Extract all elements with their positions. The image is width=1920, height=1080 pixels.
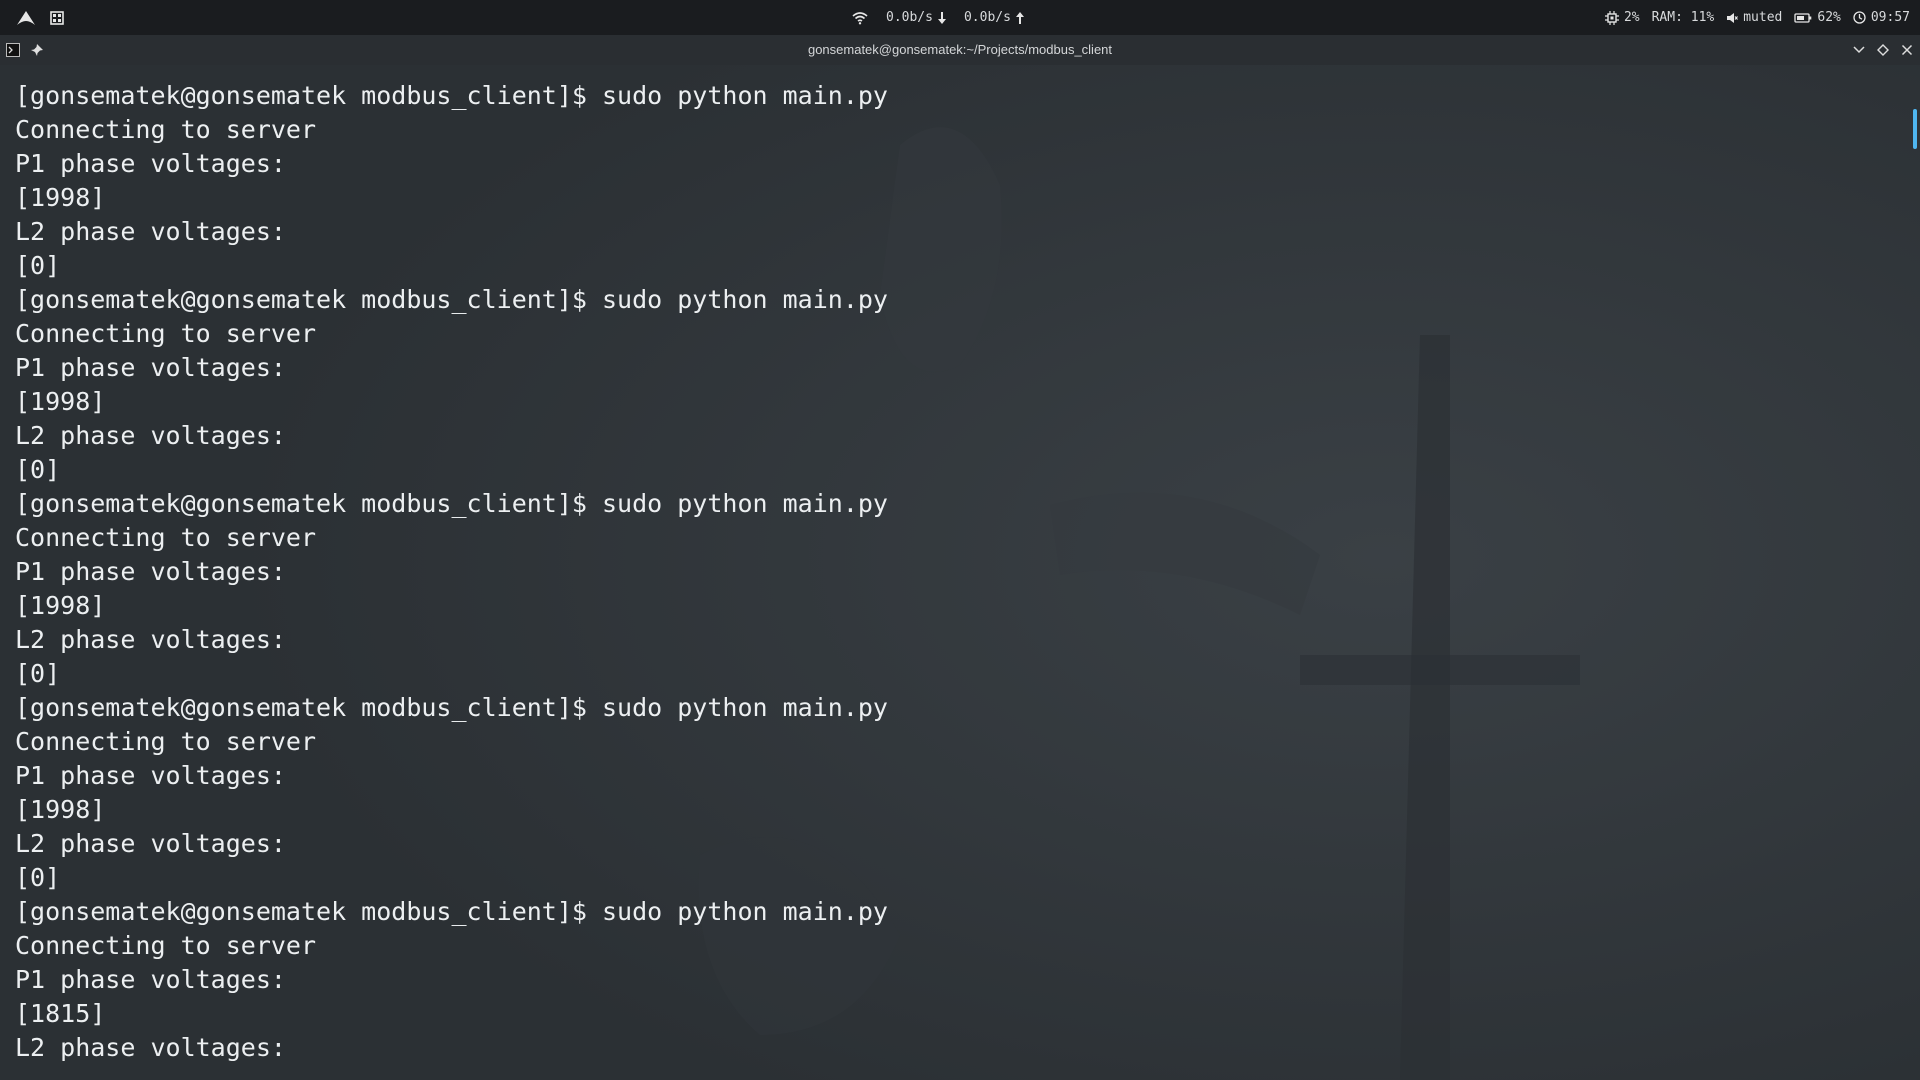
network-up: 0.0b/s [964,10,1024,25]
battery-indicator[interactable]: 62% [1794,10,1841,25]
terminal-line: P1 phase voltages: [15,353,286,382]
close-icon[interactable] [1900,43,1914,57]
speaker-icon [1726,12,1739,24]
terminal-line: [gonsematek@gonsematek modbus_client]$ s… [15,897,888,926]
terminal-line: [1998] [15,591,106,620]
battery-icon [1794,12,1812,24]
terminal-line: [0] [15,659,61,688]
arrow-up-icon [1015,11,1024,24]
battery-value: 62% [1817,10,1841,25]
terminal-line: P1 phase voltages: [15,149,286,178]
terminal-line: [gonsematek@gonsematek modbus_client]$ s… [15,285,888,314]
volume-value: muted [1743,10,1783,25]
terminal-line: Connecting to server [15,931,317,960]
workspace-grid-icon[interactable] [50,10,64,25]
arrow-down-icon [937,11,946,24]
ram-indicator[interactable]: RAM: 11% [1652,10,1715,25]
chevron-down-icon[interactable] [1852,43,1866,57]
terminal-line: [gonsematek@gonsematek modbus_client]$ s… [15,693,888,722]
terminal-line: L2 phase voltages: [15,421,286,450]
terminal-line: [1998] [15,795,106,824]
network-up-value: 0.0b/s [963,10,1011,25]
volume-indicator[interactable]: muted [1726,10,1782,25]
terminal-line: P1 phase voltages: [15,965,286,994]
terminal-line: P1 phase voltages: [15,557,286,586]
terminal-output[interactable]: [gonsematek@gonsematek modbus_client]$ s… [15,79,1895,1079]
terminal-line: [0] [15,251,61,280]
top-panel: 0.0b/s 0.0b/s 2% RAM: 11% muted 62% 09:5… [0,0,1920,35]
network-down: 0.0b/s [886,10,946,25]
panel-left [16,0,64,35]
cpu-indicator[interactable]: 2% [1604,10,1640,25]
terminal-line: Connecting to server [15,727,317,756]
scrollbar-thumb[interactable] [1913,109,1917,149]
diamond-icon[interactable] [1876,43,1890,57]
arch-logo-icon[interactable] [16,10,36,26]
terminal-line: [1815] [15,999,106,1028]
clock-value: 09:57 [1870,10,1910,25]
ram-value: RAM: 11% [1651,10,1715,25]
window-controls [1852,35,1914,65]
terminal-line: Connecting to server [15,115,317,144]
terminal-line: Connecting to server [15,523,317,552]
terminal-line: [gonsematek@gonsematek modbus_client]$ s… [15,489,888,518]
terminal-line: [0] [15,455,61,484]
terminal-line: [1998] [15,387,106,416]
panel-right: 2% RAM: 11% muted 62% 09:57 [1604,0,1910,35]
wifi-icon[interactable] [852,11,868,25]
terminal-window: gonsematek@gonsematek:~/Projects/modbus_… [0,35,1920,1080]
terminal-line: [gonsematek@gonsematek modbus_client]$ s… [15,81,888,110]
clock-indicator[interactable]: 09:57 [1853,10,1910,25]
terminal-line: L2 phase voltages: [15,625,286,654]
desktop: 0.0b/s 0.0b/s 2% RAM: 11% muted 62% 09:5… [0,0,1920,1080]
terminal-line: [0] [15,863,61,892]
window-titlebar[interactable]: gonsematek@gonsematek:~/Projects/modbus_… [0,35,1920,65]
window-title: gonsematek@gonsematek:~/Projects/modbus_… [807,42,1113,57]
clock-icon [1853,11,1866,24]
terminal-line: [1998] [15,183,106,212]
cpu-icon [1604,10,1619,25]
cpu-value: 2% [1623,10,1640,25]
terminal-line: L2 phase voltages: [15,1033,286,1062]
panel-center: 0.0b/s 0.0b/s [852,0,1024,35]
terminal-line: L2 phase voltages: [15,829,286,858]
terminal-line: Connecting to server [15,319,317,348]
terminal-line: L2 phase voltages: [15,217,286,246]
terminal-line: P1 phase voltages: [15,761,286,790]
network-down-value: 0.0b/s [886,10,933,25]
